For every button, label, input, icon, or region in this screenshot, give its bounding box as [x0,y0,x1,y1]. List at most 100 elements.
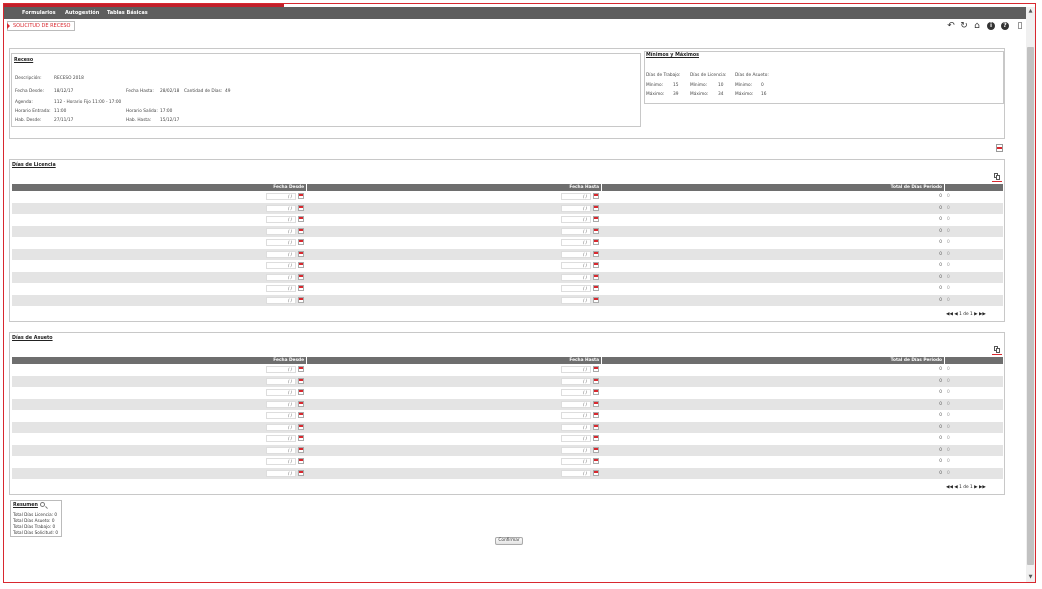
col-fecha-hasta[interactable]: Fecha Hasta [308,357,599,364]
fecha-desde-input[interactable]: / / [266,423,296,431]
calendar-icon[interactable] [593,435,599,441]
fecha-hasta-input[interactable]: / / [561,400,591,408]
calendar-icon[interactable] [593,204,599,211]
magnifier-icon[interactable] [40,502,45,507]
fecha-hasta-input[interactable]: / / [561,204,591,212]
fecha-hasta-input[interactable]: / / [561,273,591,281]
calendar-icon[interactable] [298,285,304,291]
calendar-icon[interactable] [298,377,304,384]
fecha-desde-input[interactable]: / / [266,389,296,396]
fecha-desde-input[interactable]: / / [266,469,296,477]
col-fecha-hasta[interactable]: Fecha Hasta [308,184,599,191]
col-fecha-desde[interactable]: Fecha Desde [12,184,304,191]
calendar-icon[interactable] [298,193,304,199]
calendar-icon[interactable] [593,377,599,384]
fecha-desde-input[interactable]: / / [266,296,296,304]
calendar-icon[interactable] [593,389,599,395]
home-icon[interactable]: ⌂ [972,21,982,31]
calendar-icon[interactable] [298,423,304,430]
calendar-icon[interactable] [298,273,304,280]
calendar-icon[interactable] [298,435,304,441]
refresh-icon[interactable]: ↻ [959,21,969,31]
fecha-hasta-input[interactable]: / / [561,469,591,477]
col-fecha-desde[interactable]: Fecha Desde [12,357,304,364]
fecha-hasta-input[interactable]: / / [561,435,591,442]
fecha-desde-input[interactable]: / / [266,216,296,223]
calendar-icon[interactable] [593,239,599,245]
fecha-desde-input[interactable]: / / [266,412,296,419]
calendar-icon[interactable] [593,458,599,464]
copy-icon[interactable] [992,173,1002,183]
first-page-icon[interactable]: ◀◀ [946,311,953,318]
calendar-icon[interactable] [298,262,304,268]
fecha-desde-input[interactable]: / / [266,193,296,200]
calendar-icon[interactable] [298,296,304,303]
col-total-dias[interactable]: Total de Días Período [603,184,942,191]
calendar-icon[interactable] [298,216,304,222]
fecha-desde-input[interactable]: / / [266,273,296,281]
menu-formularios[interactable]: Formularios [22,7,56,19]
fecha-hasta-input[interactable]: / / [561,216,591,223]
calendar-icon[interactable] [593,262,599,268]
fecha-desde-input[interactable]: / / [266,458,296,465]
calendar-icon[interactable] [593,227,599,234]
calendar-icon[interactable] [298,469,304,476]
calendar-icon[interactable] [593,412,599,418]
fecha-hasta-input[interactable]: / / [561,412,591,419]
calendar-icon[interactable] [593,216,599,222]
calendar-icon[interactable] [593,296,599,303]
calendar-icon[interactable] [593,446,599,453]
fecha-desde-input[interactable]: / / [266,400,296,408]
calendar-icon[interactable] [593,193,599,199]
fecha-hasta-input[interactable]: / / [561,239,591,246]
first-page-icon[interactable]: ◀◀ [946,484,953,491]
calendar-icon[interactable] [298,458,304,464]
next-page-icon[interactable]: ▶ [974,484,977,491]
copy-icon[interactable] [992,346,1002,356]
next-page-icon[interactable]: ▶ [974,311,977,318]
menu-tablas-basicas[interactable]: Tablas Básicas [107,7,148,19]
calendar-icon[interactable] [593,285,599,291]
fecha-hasta-input[interactable]: / / [561,366,591,373]
calendar-icon[interactable] [298,412,304,418]
fecha-hasta-input[interactable]: / / [561,389,591,396]
calendar-icon[interactable] [298,250,304,257]
scroll-up-arrow-icon[interactable]: ▲ [1026,7,1035,16]
prev-page-icon[interactable]: ◀ [954,484,957,491]
calendar-icon[interactable] [593,400,599,407]
calendar-icon[interactable] [298,389,304,395]
calendar-icon[interactable] [298,204,304,211]
calendar-icon[interactable] [298,400,304,407]
vertical-scrollbar[interactable]: ▲ ▼ [1026,7,1035,582]
info-icon[interactable]: i [987,22,995,30]
fecha-hasta-input[interactable]: / / [561,285,591,292]
fecha-hasta-input[interactable]: / / [561,250,591,258]
calendar-icon[interactable] [298,227,304,234]
fecha-desde-input[interactable]: / / [266,285,296,292]
col-total-dias[interactable]: Total de Días Período [603,357,942,364]
calendar-icon[interactable] [593,469,599,476]
calendar-icon[interactable] [298,239,304,245]
fecha-desde-input[interactable]: / / [266,250,296,258]
last-page-icon[interactable]: ▶▶ [979,311,986,318]
calendar-icon[interactable] [593,423,599,430]
calendar-icon[interactable] [298,366,304,372]
fecha-desde-input[interactable]: / / [266,227,296,235]
calendar-icon[interactable] [593,366,599,372]
calendar-icon[interactable] [593,250,599,257]
fecha-hasta-input[interactable]: / / [561,446,591,454]
fecha-hasta-input[interactable]: / / [561,227,591,235]
fecha-desde-input[interactable]: / / [266,366,296,373]
fecha-hasta-input[interactable]: / / [561,262,591,269]
fecha-hasta-input[interactable]: / / [561,458,591,465]
confirm-button[interactable]: Confirmar [495,537,523,545]
fecha-desde-input[interactable]: / / [266,262,296,269]
scrollbar-thumb[interactable] [1027,47,1034,565]
undo-icon[interactable]: ↶ [946,21,956,31]
fecha-desde-input[interactable]: / / [266,446,296,454]
menu-autogestion[interactable]: Autogestión [65,7,99,19]
fecha-hasta-input[interactable]: / / [561,296,591,304]
fecha-hasta-input[interactable]: / / [561,193,591,200]
fecha-hasta-input[interactable]: / / [561,423,591,431]
fecha-hasta-input[interactable]: / / [561,377,591,385]
